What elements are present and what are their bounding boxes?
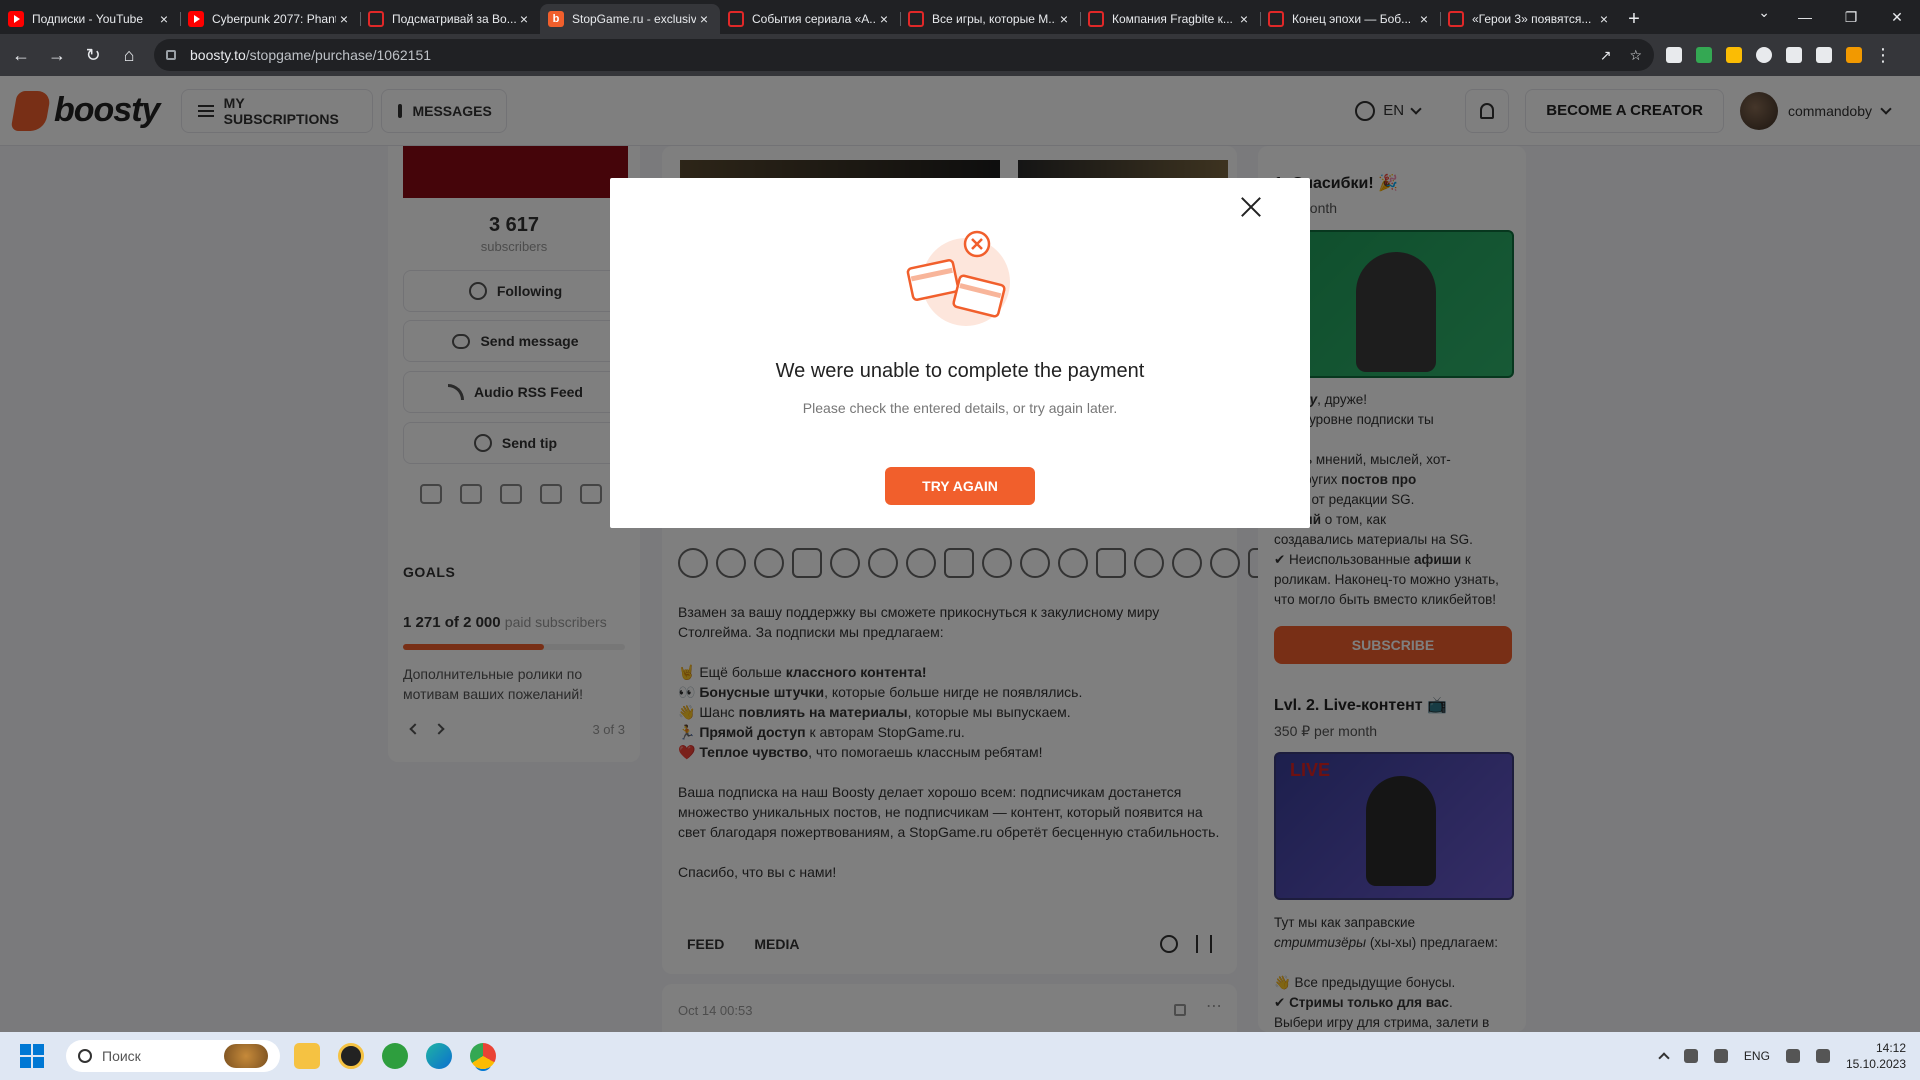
clock-time: 14:12 bbox=[1875, 1041, 1906, 1055]
lock-icon[interactable] bbox=[166, 50, 176, 60]
search-icon bbox=[78, 1049, 92, 1063]
browser-tab[interactable]: Подписки - YouTube × bbox=[0, 4, 180, 34]
modal-subtitle: Please check the entered details, or try… bbox=[802, 400, 1118, 416]
browser-tab-bar: Подписки - YouTube×Cyberpunk 2077: Phant… bbox=[0, 0, 1920, 34]
browser-menu-icon[interactable]: ⋮ bbox=[1874, 45, 1892, 66]
home-button[interactable]: ⌂ bbox=[114, 40, 144, 70]
extension-icon[interactable] bbox=[1666, 47, 1682, 63]
browser-tab[interactable]: События сериала «А... × bbox=[720, 4, 900, 34]
reload-button[interactable]: ↻ bbox=[78, 40, 108, 70]
browser-tab[interactable]: Подсматривай за Во... × bbox=[360, 4, 540, 34]
stopgame-icon bbox=[908, 11, 924, 27]
tab-title: Подсматривай за Во... bbox=[392, 12, 516, 26]
tab-title: События сериала «А... bbox=[752, 12, 876, 26]
restore-button[interactable]: ❐ bbox=[1828, 0, 1874, 34]
app-icon[interactable] bbox=[338, 1043, 364, 1069]
close-tab-icon[interactable]: × bbox=[1056, 11, 1072, 27]
boosty-icon: b bbox=[548, 11, 564, 27]
show-hidden-icons-button[interactable] bbox=[1658, 1052, 1670, 1064]
google-drive-icon[interactable] bbox=[1726, 47, 1742, 63]
input-language[interactable]: ENG bbox=[1744, 1049, 1770, 1063]
stopgame-icon bbox=[1448, 11, 1464, 27]
taskbar-search-placeholder: Поиск bbox=[102, 1048, 141, 1064]
stopgame-icon bbox=[368, 11, 384, 27]
url-host: boosty.to bbox=[190, 47, 246, 63]
start-button[interactable] bbox=[20, 1044, 44, 1068]
tab-title: Компания Fragbite к... bbox=[1112, 12, 1233, 26]
close-modal-button[interactable] bbox=[1236, 192, 1266, 222]
close-tab-icon[interactable]: × bbox=[156, 11, 172, 27]
tab-title: Все игры, которые М... bbox=[932, 12, 1056, 26]
youtube-icon bbox=[8, 11, 24, 27]
new-tab-button[interactable]: + bbox=[1620, 4, 1648, 34]
url-path: /stopgame/purchase/1062151 bbox=[245, 47, 432, 63]
tab-title: Подписки - YouTube bbox=[32, 12, 144, 26]
close-tab-icon[interactable]: × bbox=[336, 11, 352, 27]
minimize-button[interactable]: — bbox=[1782, 0, 1828, 34]
tray-app-icon[interactable] bbox=[1683, 1049, 1698, 1063]
close-tab-icon[interactable]: × bbox=[1416, 11, 1432, 27]
taskbar: Поиск ENG 14:12 15.10.2023 bbox=[0, 1032, 1920, 1080]
close-tab-icon[interactable]: × bbox=[516, 11, 532, 27]
window-controls: — ❐ ✕ bbox=[1782, 0, 1920, 34]
taskbar-search[interactable]: Поиск bbox=[66, 1040, 280, 1072]
share-icon[interactable]: ↗ bbox=[1600, 47, 1612, 64]
profile-icon[interactable] bbox=[1846, 47, 1862, 63]
tab-title: Cyberpunk 2077: Phantom bbox=[212, 12, 336, 26]
network-icon[interactable] bbox=[1785, 1049, 1800, 1063]
tab-search-icon[interactable]: ⌄ bbox=[1758, 4, 1770, 21]
close-tab-icon[interactable]: × bbox=[1236, 11, 1252, 27]
browser-tab[interactable]: Cyberpunk 2077: Phantom× bbox=[180, 4, 360, 34]
edge-icon[interactable] bbox=[426, 1043, 452, 1069]
payment-failed-icon bbox=[906, 230, 1010, 326]
browser-tab[interactable]: Компания Fragbite к... × bbox=[1080, 4, 1260, 34]
browser-tab[interactable]: b StopGame.ru - exclusive × bbox=[540, 4, 720, 34]
volume-icon[interactable] bbox=[1815, 1049, 1830, 1063]
clock-date: 15.10.2023 bbox=[1845, 1057, 1906, 1071]
stopgame-icon bbox=[1268, 11, 1284, 27]
browser-tab[interactable]: «Герои 3» появятся... × bbox=[1440, 4, 1620, 34]
search-highlight-icon bbox=[224, 1044, 268, 1068]
try-again-button[interactable]: TRY AGAIN bbox=[885, 467, 1035, 505]
tab-title: StopGame.ru - exclusive bbox=[572, 12, 696, 26]
reading-list-icon[interactable] bbox=[1786, 47, 1802, 63]
youtube-icon bbox=[188, 11, 204, 27]
close-tab-icon[interactable]: × bbox=[696, 11, 712, 27]
close-tab-icon[interactable]: × bbox=[876, 11, 892, 27]
tray-app-icon[interactable] bbox=[1713, 1049, 1728, 1063]
modal-overlay-header[interactable] bbox=[0, 76, 1920, 146]
browser-tab[interactable]: Конец эпохи — Боб... × bbox=[1260, 4, 1440, 34]
bookmark-star-icon[interactable]: ☆ bbox=[1629, 47, 1642, 64]
utorrent-icon[interactable] bbox=[382, 1043, 408, 1069]
clock[interactable]: 14:12 15.10.2023 bbox=[1846, 1040, 1906, 1072]
tab-title: «Герои 3» появятся... bbox=[1472, 12, 1592, 26]
extension-icon[interactable] bbox=[1696, 47, 1712, 63]
puzzle-icon[interactable] bbox=[1756, 47, 1772, 63]
modal-title: We were unable to complete the payment bbox=[775, 360, 1145, 382]
file-explorer-icon[interactable] bbox=[294, 1043, 320, 1069]
chrome-icon[interactable] bbox=[470, 1043, 496, 1069]
tab-title: Конец эпохи — Боб... bbox=[1292, 12, 1412, 26]
url-input[interactable]: boosty.to/stopgame/purchase/1062151 ↗ ☆ bbox=[154, 39, 1654, 71]
back-button[interactable]: ← bbox=[6, 40, 36, 70]
browser-tab[interactable]: Все игры, которые М... × bbox=[900, 4, 1080, 34]
side-panel-icon[interactable] bbox=[1816, 47, 1832, 63]
extensions-area bbox=[1666, 47, 1862, 63]
forward-button[interactable]: → bbox=[42, 40, 72, 70]
stopgame-icon bbox=[728, 11, 744, 27]
address-bar: ← → ↻ ⌂ boosty.to/stopgame/purchase/1062… bbox=[0, 34, 1920, 76]
system-tray: ENG 14:12 15.10.2023 bbox=[1658, 1040, 1906, 1072]
stopgame-icon bbox=[1088, 11, 1104, 27]
close-tab-icon[interactable]: × bbox=[1596, 11, 1612, 27]
close-window-button[interactable]: ✕ bbox=[1874, 0, 1920, 34]
